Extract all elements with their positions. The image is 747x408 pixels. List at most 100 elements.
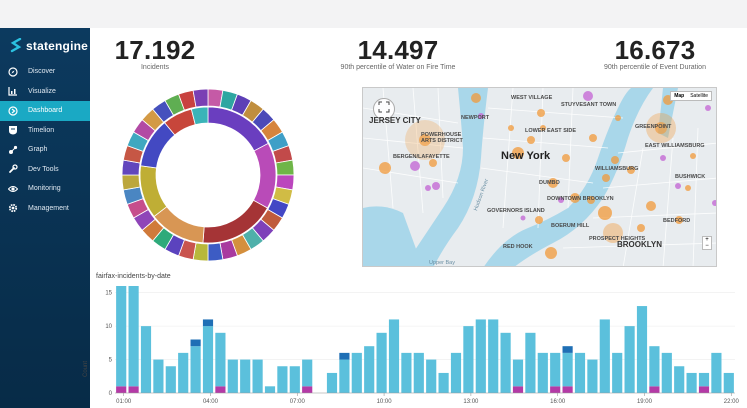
sidebar-item-discover[interactable]: Discover: [0, 62, 90, 82]
map-type-satellite-button[interactable]: Satellite: [687, 92, 711, 100]
y-tick-label: 0: [109, 391, 113, 397]
bar-segment[interactable]: [698, 372, 710, 387]
bar-segment[interactable]: [153, 359, 164, 393]
bar-segment[interactable]: [190, 346, 201, 393]
bar-segment[interactable]: [550, 352, 561, 387]
donut-outer-slice[interactable]: [275, 159, 295, 176]
bar-segment[interactable]: [339, 352, 350, 360]
bar-segment[interactable]: [512, 359, 524, 387]
map-label: BUSHWICK: [675, 174, 706, 180]
zoom-out-button[interactable]: −: [703, 243, 711, 249]
bar-segment[interactable]: [500, 332, 511, 393]
bar-segment[interactable]: [661, 352, 672, 393]
donut-outer-slice[interactable]: [192, 88, 209, 108]
bar-segment[interactable]: [649, 346, 660, 387]
dashboard-icon: [8, 106, 18, 116]
bar-segment[interactable]: [116, 286, 127, 387]
bar-segment[interactable]: [463, 326, 474, 393]
x-tick-label: 01:00: [116, 399, 132, 405]
bar-segment[interactable]: [302, 359, 313, 387]
sidebar: statengine Discover Visualize Dashboard Tim…: [0, 28, 90, 408]
bar-segment[interactable]: [562, 346, 573, 353]
bar-segment[interactable]: [302, 386, 313, 393]
bar-segment[interactable]: [599, 319, 610, 393]
bar-segment[interactable]: [376, 332, 387, 393]
bar-segment[interactable]: [165, 366, 176, 393]
bar-segment[interactable]: [612, 352, 623, 393]
bar-segment[interactable]: [413, 352, 424, 393]
incidents-bar-chart[interactable]: 0 5 10 15 01:00 04:00 07:00 10:00 13:00 16:00 19:0…: [90, 282, 747, 408]
bar-segment[interactable]: [550, 386, 561, 393]
bar-segment[interactable]: [525, 332, 536, 393]
bar-segment[interactable]: [686, 372, 697, 393]
bar-segment[interactable]: [587, 359, 598, 393]
bar-segment[interactable]: [649, 386, 660, 393]
bar-segment[interactable]: [450, 352, 462, 393]
bar-segment[interactable]: [512, 386, 524, 393]
donut-outer-slice[interactable]: [207, 242, 224, 262]
bar-segment[interactable]: [388, 319, 400, 393]
bar-segment[interactable]: [190, 339, 201, 347]
bar-segment[interactable]: [426, 359, 437, 393]
map-type-map-button[interactable]: Map: [671, 92, 687, 100]
bar-segment[interactable]: [264, 386, 276, 393]
bar-segment[interactable]: [339, 359, 350, 393]
bar-segment[interactable]: [562, 352, 573, 387]
bar-segment[interactable]: [140, 326, 152, 393]
bar-segment[interactable]: [326, 372, 338, 393]
bar-chart-y-label: Count: [83, 360, 90, 378]
bar-segment[interactable]: [116, 386, 127, 393]
bar-segment[interactable]: [698, 386, 710, 393]
sidebar-item-label: Discover: [28, 68, 56, 76]
bar-segment[interactable]: [252, 359, 263, 393]
bar-segment[interactable]: [128, 286, 139, 387]
map-label: NEWPORT: [461, 115, 490, 121]
map-label: DOWNTOWN BROOKLYN: [547, 196, 614, 202]
map-label: WILLIAMSBURG: [595, 166, 639, 172]
map-label: LOWER EAST SIDE: [525, 128, 577, 134]
sidebar-item-monitoring[interactable]: Monitoring: [0, 179, 90, 199]
bar-segment[interactable]: [178, 352, 189, 393]
sidebar-item-dashboard[interactable]: Dashboard: [0, 101, 90, 121]
kpi-value: 17.192: [114, 35, 196, 65]
bar-segment[interactable]: [215, 386, 226, 393]
sidebar-item-graph[interactable]: Graph: [0, 140, 90, 160]
bar-segment[interactable]: [277, 366, 288, 393]
sidebar-item-management[interactable]: Management: [0, 199, 90, 219]
bar-segment[interactable]: [227, 359, 238, 393]
map-label: GREENPOINT: [635, 124, 672, 130]
bar-segment[interactable]: [562, 386, 573, 393]
bar-segment[interactable]: [636, 306, 648, 393]
incident-map[interactable]: Map Satellite JERSEY CITY POWERHOUSE ART…: [362, 87, 717, 267]
bar-segment[interactable]: [537, 352, 548, 393]
kpi-value: 14.497: [357, 35, 439, 65]
bar-segment[interactable]: [711, 352, 722, 393]
bar-segment[interactable]: [215, 332, 226, 387]
bar-segment[interactable]: [128, 386, 139, 393]
bar-segment[interactable]: [351, 352, 362, 393]
incident-donut-chart[interactable]: [120, 88, 300, 263]
bar-segment[interactable]: [624, 326, 635, 393]
bar-segment[interactable]: [240, 359, 251, 393]
donut-outer-slice[interactable]: [121, 174, 141, 191]
gear-icon: [8, 203, 18, 213]
bar-segment[interactable]: [723, 372, 734, 393]
bar-segment[interactable]: [289, 366, 300, 393]
bar-segment[interactable]: [202, 326, 214, 393]
x-tick-label: 16:00: [550, 399, 566, 405]
map-label: New York: [501, 150, 551, 162]
bar-segment[interactable]: [438, 372, 449, 393]
sidebar-item-timelion[interactable]: Timelion: [0, 121, 90, 141]
sidebar-item-visualize[interactable]: Visualize: [0, 82, 90, 102]
bar-segment[interactable]: [674, 366, 685, 393]
wrench-icon: [8, 164, 18, 174]
sidebar-item-dev-tools[interactable]: Dev Tools: [0, 160, 90, 180]
bar-segment[interactable]: [488, 319, 499, 393]
bar-segment[interactable]: [574, 352, 586, 393]
bar-segment[interactable]: [202, 319, 214, 327]
map-label: STUYVESANT TOWN: [561, 102, 617, 108]
bar-segment[interactable]: [475, 319, 486, 393]
bar-segment[interactable]: [364, 346, 375, 393]
logo[interactable]: statengine: [10, 37, 88, 54]
bar-segment[interactable]: [401, 352, 412, 393]
